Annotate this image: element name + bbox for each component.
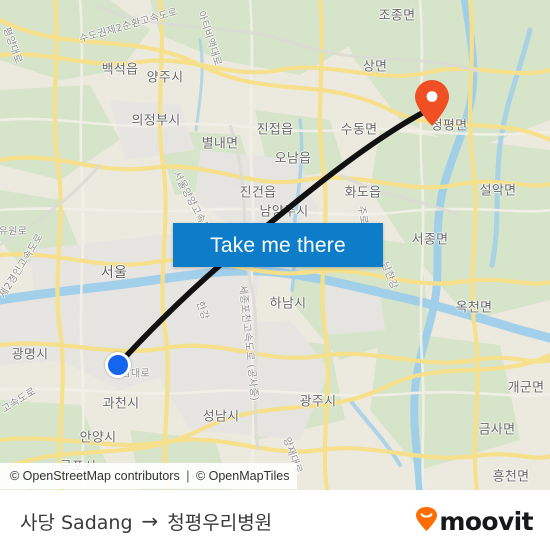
route-summary: 사당 Sadang → 청평우리병원 (20, 491, 272, 550)
moovit-wordmark: moovit (439, 506, 533, 536)
map-attribution: © OpenStreetMap contributors | © OpenMap… (0, 463, 298, 489)
route-origin-label: 사당 Sadang (20, 511, 133, 534)
attribution-osm[interactable]: © OpenStreetMap contributors (10, 469, 180, 483)
attribution-omt[interactable]: © OpenMapTiles (196, 469, 290, 483)
moovit-pin-icon (416, 506, 438, 536)
origin-marker[interactable] (105, 352, 131, 378)
route-destination-label: 청평우리병원 (167, 511, 273, 534)
moovit-logo[interactable]: moovit (416, 491, 534, 550)
take-me-there-button[interactable]: Take me there (173, 223, 383, 267)
footer-bar: 사당 Sadang → 청평우리병원 moovit (0, 490, 550, 550)
destination-marker[interactable] (415, 80, 449, 126)
moovit-route-card: 백석읍 양주시 수도권제2순환고속도로 조종면 상면 의정부시 진접읍 수동면 청평면 별내면 오남… (0, 0, 550, 550)
arrow-right-icon: → (141, 509, 159, 533)
attribution-separator: | (186, 469, 190, 483)
map-viewport[interactable]: 백석읍 양주시 수도권제2순환고속도로 조종면 상면 의정부시 진접읍 수동면 청평면 별내면 오남… (0, 0, 550, 490)
